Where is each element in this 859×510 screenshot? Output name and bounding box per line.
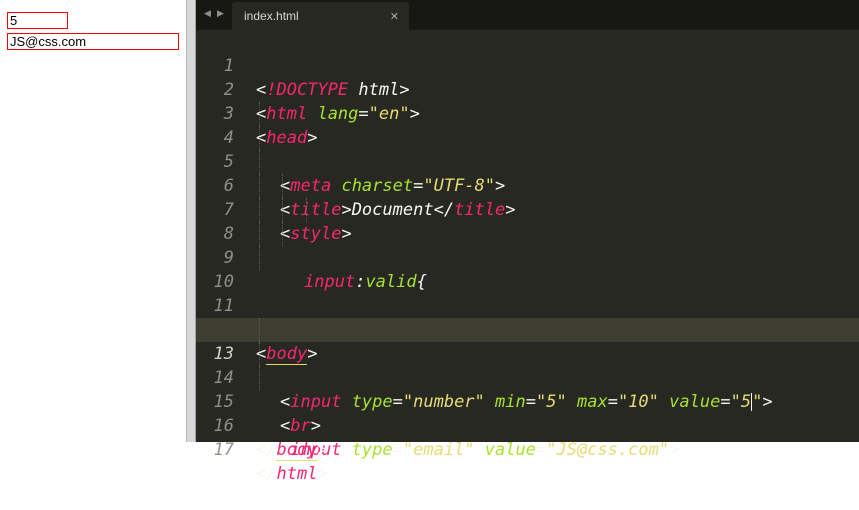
- code-line: 5 <title>Document</title>: [196, 126, 859, 220]
- indent-guide: [259, 198, 260, 222]
- code-line: 15 <input type="email" value="JS@css.com…: [196, 366, 859, 460]
- indent-guide: [259, 366, 260, 390]
- indent-guide: [282, 198, 283, 222]
- token: type: [351, 440, 393, 460]
- code-line: 8 border:1px solid red;: [196, 198, 859, 340]
- token: html: [276, 464, 318, 484]
- code-text: </html>: [256, 462, 328, 486]
- token: body: [276, 440, 318, 461]
- indent-guide: [259, 246, 260, 270]
- indent-guide: [259, 174, 260, 198]
- indent-guide: [259, 102, 260, 126]
- code-line: 3 <head>: [196, 78, 859, 148]
- token: >: [317, 464, 328, 484]
- email-input[interactable]: JS@css.com: [7, 33, 179, 50]
- token: </: [256, 464, 277, 484]
- indent-guide: [259, 342, 260, 366]
- indent-guide: [259, 318, 260, 342]
- indent-guide: [259, 126, 260, 150]
- code-area[interactable]: 1 <!DOCTYPE html> 2 <html lang="en"> 3 <…: [196, 30, 859, 484]
- code-line: 4 <meta charset="UTF-8">: [196, 102, 859, 196]
- indent-guide: [282, 222, 283, 246]
- code-line: 9 }: [196, 222, 859, 340]
- number-input[interactable]: 5: [7, 12, 68, 29]
- tab-index-html[interactable]: index.html ✕: [232, 2, 409, 30]
- tab-scroll-left-icon[interactable]: ◀: [204, 9, 211, 19]
- code-line: 2 <html lang="en">: [196, 54, 859, 124]
- token: >: [317, 440, 328, 460]
- tab-bar: ◀ ▶ index.html ✕: [196, 0, 859, 30]
- code-line: 14 <br>: [196, 342, 859, 436]
- code-line: 16 </body>: [196, 390, 859, 461]
- indent-guide: [306, 198, 307, 222]
- pane-splitter[interactable]: [186, 0, 196, 442]
- browser-preview-pane: 5 JS@css.com: [0, 0, 186, 442]
- code-line-current: 13 <input type="number" min="5" max="10"…: [196, 318, 859, 412]
- tab-label: index.html: [244, 9, 299, 23]
- code-line: 12 <body>: [196, 294, 859, 365]
- code-line: 11 </head>: [196, 270, 859, 340]
- code-line: 6 <style>: [196, 150, 859, 244]
- token: =: [535, 440, 547, 460]
- code-line: 7 input:valid{: [196, 174, 859, 292]
- token: "email": [402, 440, 475, 460]
- indent-guide: [259, 222, 260, 246]
- tab-scroll-right-icon[interactable]: ▶: [217, 9, 224, 19]
- code-line: 1 <!DOCTYPE html>: [196, 30, 859, 100]
- token: =: [392, 440, 403, 460]
- code-line: 17 </html>: [196, 414, 859, 484]
- token: "JS@css.com": [546, 440, 670, 460]
- tab-close-icon[interactable]: ✕: [390, 10, 399, 23]
- token: >: [669, 440, 680, 460]
- token: </: [256, 440, 277, 460]
- token: value: [484, 440, 536, 460]
- code-editor: ◀ ▶ index.html ✕ 1 <!DOCTYPE html> 2 <ht…: [196, 0, 859, 484]
- indent-guide: [259, 150, 260, 174]
- code-line: 10 </style>: [196, 246, 859, 340]
- indent-guide: [282, 174, 283, 198]
